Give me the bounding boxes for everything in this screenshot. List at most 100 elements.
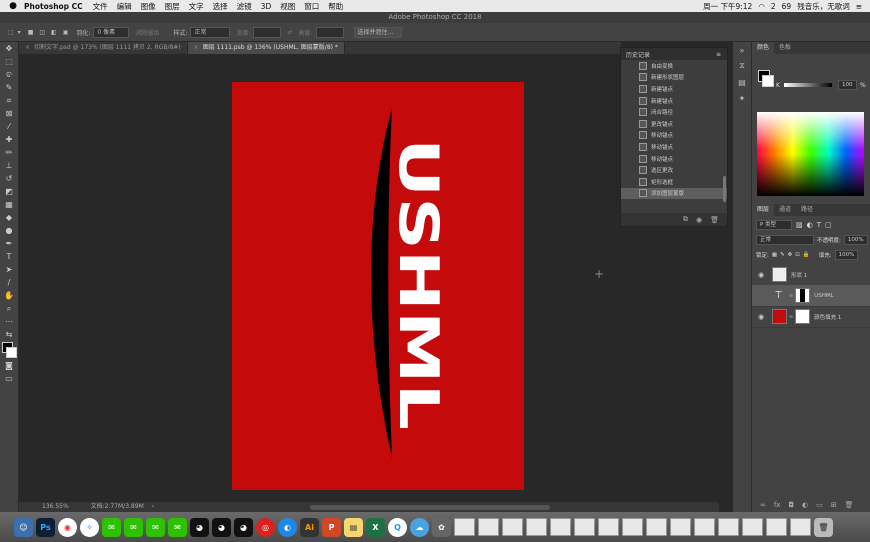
style-select[interactable]: 正常 [190,26,231,38]
menu-image[interactable]: 图像 [141,1,156,12]
collapse-icon[interactable]: » [733,42,751,58]
new-group-icon[interactable]: ▭ [816,501,823,509]
color-swatches[interactable] [0,341,18,359]
intersect-selection-icon[interactable]: ▣ [63,29,69,36]
history-panel-title[interactable]: 历史记录 [626,50,650,59]
lock-pixels-icon[interactable]: ▦ [772,252,777,258]
new-document-from-state-icon[interactable]: ⧉ [683,215,688,224]
notification-badge[interactable]: 2 [771,2,776,11]
select-and-mask-button[interactable]: 选择并遮住... [353,26,402,38]
horizontal-scrollbar[interactable] [310,505,550,510]
k-value-input[interactable]: 100 [838,80,857,90]
powerpoint-icon[interactable]: P [322,517,341,537]
minimized-window[interactable] [478,518,499,536]
subtract-selection-icon[interactable]: ◧ [51,29,57,36]
screen-mode-icon[interactable]: ▭ [0,372,18,385]
panel-menu-icon[interactable]: ≡ [716,51,721,58]
minimized-window[interactable] [526,518,547,536]
menu-view[interactable]: 视图 [280,1,295,12]
minimized-window[interactable] [598,518,619,536]
antialias-checkbox[interactable]: 消除锯齿 [135,28,159,37]
background-swatch[interactable] [762,75,774,87]
minimized-window[interactable] [454,518,475,536]
brush-panel-icon[interactable]: ✦ [733,90,751,106]
new-selection-icon[interactable]: ■ [28,29,34,36]
filter-type-icon[interactable]: T [817,221,821,229]
layer-ushml[interactable]: T ∞ USHML [752,285,870,307]
wechat-icon[interactable]: ✉ [168,517,187,537]
color-spectrum[interactable] [757,112,864,196]
history-item[interactable]: 移动锚点 [621,153,727,165]
wechat-icon[interactable]: ✉ [102,517,121,537]
visibility-eye-icon[interactable]: ◉ [756,271,766,279]
lock-all-icon[interactable]: 🔒 [803,252,810,258]
menu-type[interactable]: 文字 [189,1,204,12]
brush-tool-icon[interactable]: ✏ [0,146,18,159]
zoom-tool-icon[interactable]: ⌕ [0,302,18,315]
tab-document-2[interactable]: × 图层 1111.psb @ 136% (USHML, 图层蒙版/8) * [187,42,345,54]
pen-tool-icon[interactable]: ✒ [0,237,18,250]
chrome-icon[interactable]: ◉ [58,517,77,537]
minimized-window[interactable] [622,518,643,536]
qq-icon[interactable]: ◕ [190,517,209,537]
layer-color-fill-1[interactable]: ◉ ∞ 颜色填充 1 [752,306,870,328]
trash-icon[interactable]: 🗑 [845,501,854,509]
marquee-tool-icon[interactable]: ⬚ [8,29,14,36]
qq-icon[interactable]: ◕ [212,517,231,537]
minimized-window[interactable] [718,518,739,536]
opacity-input[interactable]: 100% [843,235,868,245]
quick-mask-icon[interactable]: ◙ [0,359,18,372]
user-status[interactable]: 残音乐，无歌词 [797,1,850,12]
notes-icon[interactable]: ▤ [344,517,363,537]
history-brush-icon[interactable]: ↺ [0,172,18,185]
stamp-tool-icon[interactable]: ⊥ [0,159,18,172]
history-item[interactable]: 闭合路径 [621,106,727,118]
status-menu-icon[interactable]: › [152,503,154,510]
menu-select[interactable]: 选择 [213,1,228,12]
lock-move-icon[interactable]: ✥ [788,252,793,258]
menu-filter[interactable]: 滤镜 [237,1,252,12]
layer-mask-thumbnail[interactable] [795,288,811,303]
adjustment-layer-icon[interactable]: ◐ [802,501,808,509]
quick-select-icon[interactable]: ✎ [0,81,18,94]
fill-input[interactable]: 100% [834,250,859,260]
history-item[interactable]: 新建锚点 [621,83,727,95]
history-item[interactable]: 更改锚点 [621,118,727,130]
menu-list-icon[interactable]: ≡ [856,2,862,11]
tab-document-1[interactable]: × 切割文字.psd @ 173% (图层 1111 拷贝 2, RGB/8#) [19,42,188,54]
feather-input[interactable]: 0 像素 [93,26,130,38]
fill-swatch-thumbnail[interactable] [772,309,787,324]
history-item[interactable]: 新建锚点 [621,95,727,107]
type-tool-icon[interactable]: T [0,250,18,263]
minimized-window[interactable] [694,518,715,536]
trash-icon[interactable]: 🗑 [710,216,719,224]
tab-channels[interactable]: 通道 [774,204,796,216]
wechat-icon[interactable]: ✉ [146,517,165,537]
filter-shape-icon[interactable]: ▢ [825,221,832,229]
wechat-icon[interactable]: ✉ [124,517,143,537]
tab-layers[interactable]: 图层 [752,204,775,216]
qq-browser-icon[interactable]: Q [388,517,407,537]
gradient-tool-icon[interactable]: ▦ [0,198,18,211]
minimized-window[interactable] [646,518,667,536]
lock-paint-icon[interactable]: ✎ [780,252,785,258]
blend-mode-select[interactable]: 正常 [756,235,814,245]
lasso-tool-icon[interactable]: ଚ [0,68,18,81]
k-slider[interactable] [784,83,832,87]
link-layers-icon[interactable]: ∞ [760,501,766,509]
finder-icon[interactable]: ☺ [14,517,33,537]
chevron-down-icon[interactable]: ▾ [18,29,21,36]
zoom-level[interactable]: 136.55% [42,503,69,510]
layer-name[interactable]: USHML [814,293,833,299]
minimized-window[interactable] [574,518,595,536]
width-input[interactable] [253,26,282,38]
lock-artboard-icon[interactable]: ⊡ [795,252,800,258]
properties-panel-icon[interactable]: ▤ [733,74,751,90]
browser-icon[interactable]: ◐ [278,517,297,537]
menu-edit[interactable]: 编辑 [117,1,132,12]
visibility-eye-icon[interactable]: ◉ [756,313,766,321]
minimized-window[interactable] [790,518,811,536]
menu-3d[interactable]: 3D [261,2,272,11]
apple-icon[interactable]: ● [8,1,18,11]
clock[interactable]: 周一 下午9:12 [703,1,752,12]
